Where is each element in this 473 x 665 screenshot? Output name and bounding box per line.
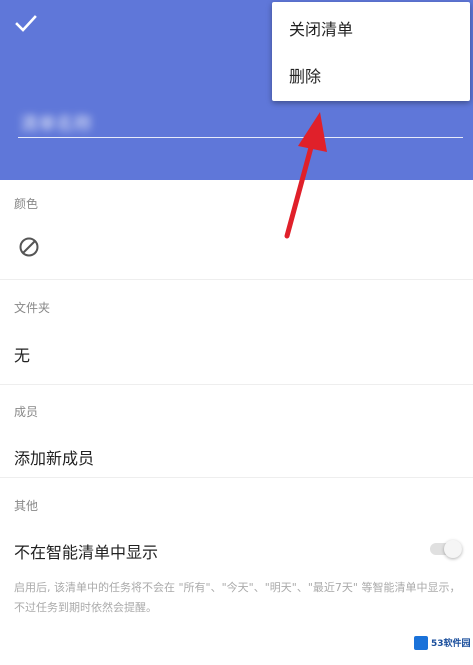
no-color-icon[interactable] xyxy=(18,236,40,258)
folder-section-label: 文件夹 xyxy=(14,301,51,315)
list-name-text: 清单名称 xyxy=(20,114,92,135)
watermark-icon xyxy=(414,636,428,650)
overflow-menu: 关闭清单 删除 xyxy=(272,2,470,101)
hide-in-smart-list-toggle[interactable] xyxy=(426,540,464,558)
delete-menu-item[interactable]: 删除 xyxy=(289,65,321,89)
watermark-text: 53软件园 xyxy=(431,639,471,649)
divider xyxy=(0,477,473,478)
hide-in-smart-list-label: 不在智能清单中显示 xyxy=(14,543,159,562)
add-member-button[interactable]: 添加新成员 xyxy=(14,445,94,469)
members-section-label: 成员 xyxy=(14,405,39,419)
other-section-label: 其他 xyxy=(14,499,39,513)
divider xyxy=(0,279,473,280)
folder-value[interactable]: 无 xyxy=(14,342,30,366)
toggle-thumb xyxy=(444,540,462,558)
divider xyxy=(0,384,473,385)
list-name-input[interactable]: 清单名称 xyxy=(18,104,463,138)
watermark-logo: 53软件园 xyxy=(414,634,471,656)
hide-in-smart-list-description: 启用后, 该清单中的任务将不会在 "所有"、"今天"、"明天"、"最近7天" 等… xyxy=(14,581,461,614)
color-section-label: 颜色 xyxy=(14,197,39,211)
confirm-check-icon[interactable] xyxy=(12,12,40,36)
close-list-menu-item[interactable]: 关闭清单 xyxy=(289,18,353,42)
input-underline xyxy=(18,137,463,138)
